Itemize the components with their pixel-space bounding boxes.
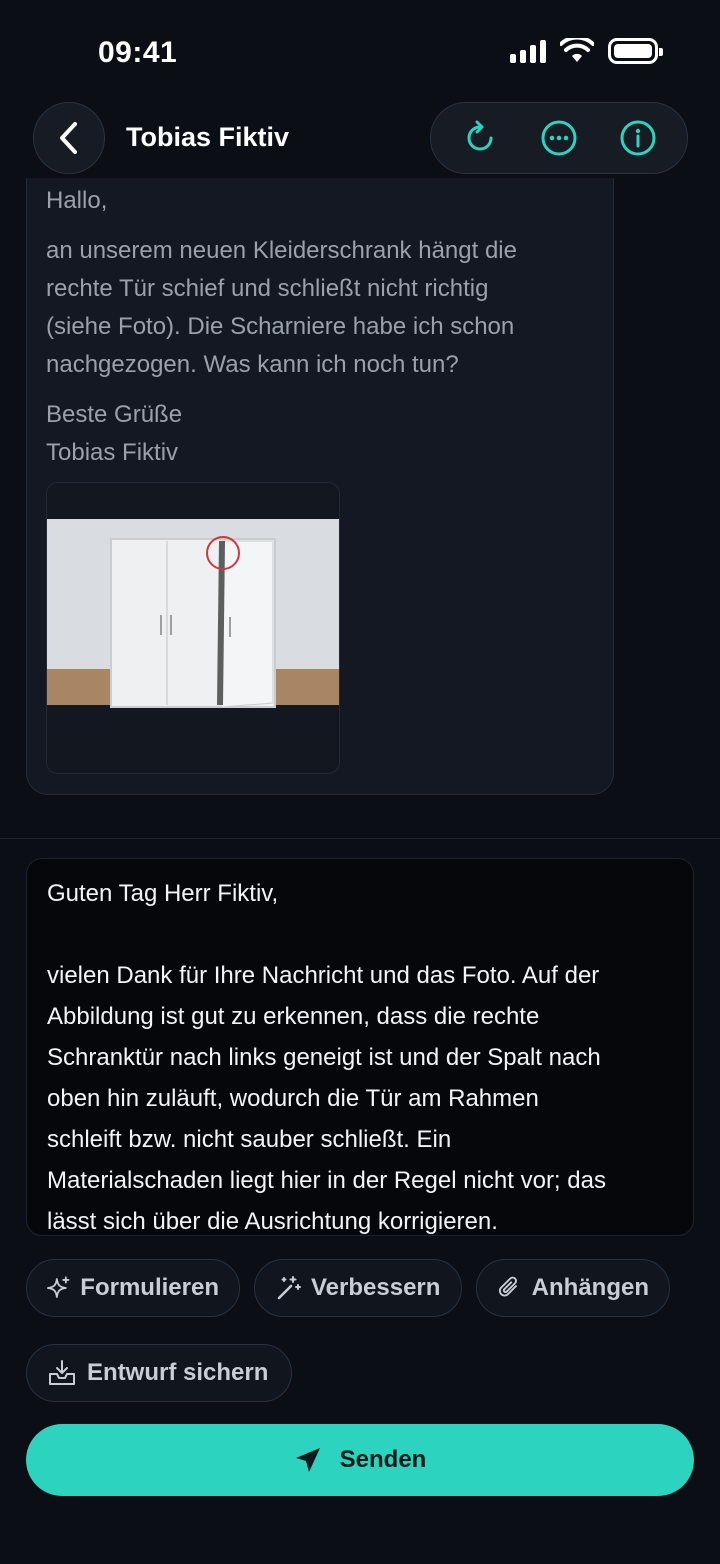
contact-name: Tobias Fiktiv (126, 122, 290, 152)
formulate-button[interactable]: Formulieren (26, 1259, 240, 1317)
refresh-icon (467, 120, 493, 151)
more-options-button[interactable] (531, 110, 587, 166)
message-line: an unserem neuen Kleiderschrank hängt di… (46, 237, 517, 264)
attach-button[interactable]: Anhängen (476, 1259, 670, 1317)
formulate-label: Formulieren (80, 1274, 219, 1301)
status-icons (510, 38, 663, 64)
header-actions (430, 102, 688, 174)
reply-text-area[interactable]: Guten Tag Herr Fiktiv, vielen Dank für I… (26, 858, 694, 1236)
more-icon (541, 120, 577, 156)
message-line: rechte Tür schief und schließt nicht ric… (46, 275, 489, 302)
message-line: (siehe Foto). Die Scharniere habe ich sc… (46, 313, 515, 340)
chevron-left-icon (60, 122, 77, 154)
chat-header: Tobias Fiktiv (0, 100, 720, 178)
reply-draft: Guten Tag Herr Fiktiv, vielen Dank für I… (47, 873, 677, 1235)
reply-salutation: Guten Tag Herr Fiktiv, (47, 880, 279, 907)
status-time: 09:41 (98, 36, 178, 69)
reply-line: oben hin zuläuft, wodurch die Tür am Rah… (47, 1085, 539, 1112)
paperclip-icon (498, 1276, 517, 1297)
reply-line: vielen Dank für Ihre Nachricht und das F… (47, 962, 600, 989)
wifi-icon (560, 38, 594, 62)
message-thread[interactable]: Hallo, an unserem neuen Kleiderschrank h… (0, 178, 720, 838)
reply-line: Materialschaden liegt hier in der Regel … (47, 1167, 606, 1194)
wardrobe-photo (47, 483, 339, 773)
photo-attachment[interactable] (46, 482, 340, 774)
refresh-button[interactable] (452, 110, 508, 166)
inbox-download-icon (49, 1360, 75, 1385)
improve-label: Verbessern (311, 1274, 441, 1301)
magic-wand-icon (277, 1276, 301, 1300)
message-greeting: Hallo, (46, 187, 108, 214)
back-button[interactable] (33, 102, 105, 174)
message-signature: Tobias Fiktiv (46, 439, 179, 466)
message-closing: Beste Grüße (46, 401, 183, 428)
sparkles-icon (47, 1276, 70, 1298)
info-button[interactable] (610, 110, 666, 166)
info-icon (620, 120, 656, 156)
attach-label: Anhängen (531, 1274, 649, 1301)
status-bar: 09:41 (0, 0, 720, 100)
reply-line: Schranktür nach links geneigt ist und de… (47, 1044, 601, 1071)
send-button[interactable]: Senden (26, 1424, 694, 1496)
send-label: Senden (339, 1446, 427, 1473)
reply-line: lässt sich über die Ausrichtung korrigie… (47, 1208, 498, 1235)
message-line: nachgezogen. Was kann ich noch tun? (46, 351, 459, 378)
battery-icon (608, 38, 663, 64)
save-draft-button[interactable]: Entwurf sichern (26, 1344, 292, 1402)
reply-line: Abbildung ist gut zu erkennen, dass die … (47, 1003, 540, 1030)
save-draft-label: Entwurf sichern (87, 1359, 269, 1386)
composer-divider (0, 838, 720, 839)
improve-button[interactable]: Verbessern (254, 1259, 462, 1317)
reply-line: schleift bzw. nicht sauber schließt. Ein (47, 1126, 452, 1153)
send-icon (295, 1448, 320, 1472)
cellular-signal-icon (510, 39, 546, 63)
message-body: an unserem neuen Kleiderschrank hängt di… (46, 232, 606, 384)
